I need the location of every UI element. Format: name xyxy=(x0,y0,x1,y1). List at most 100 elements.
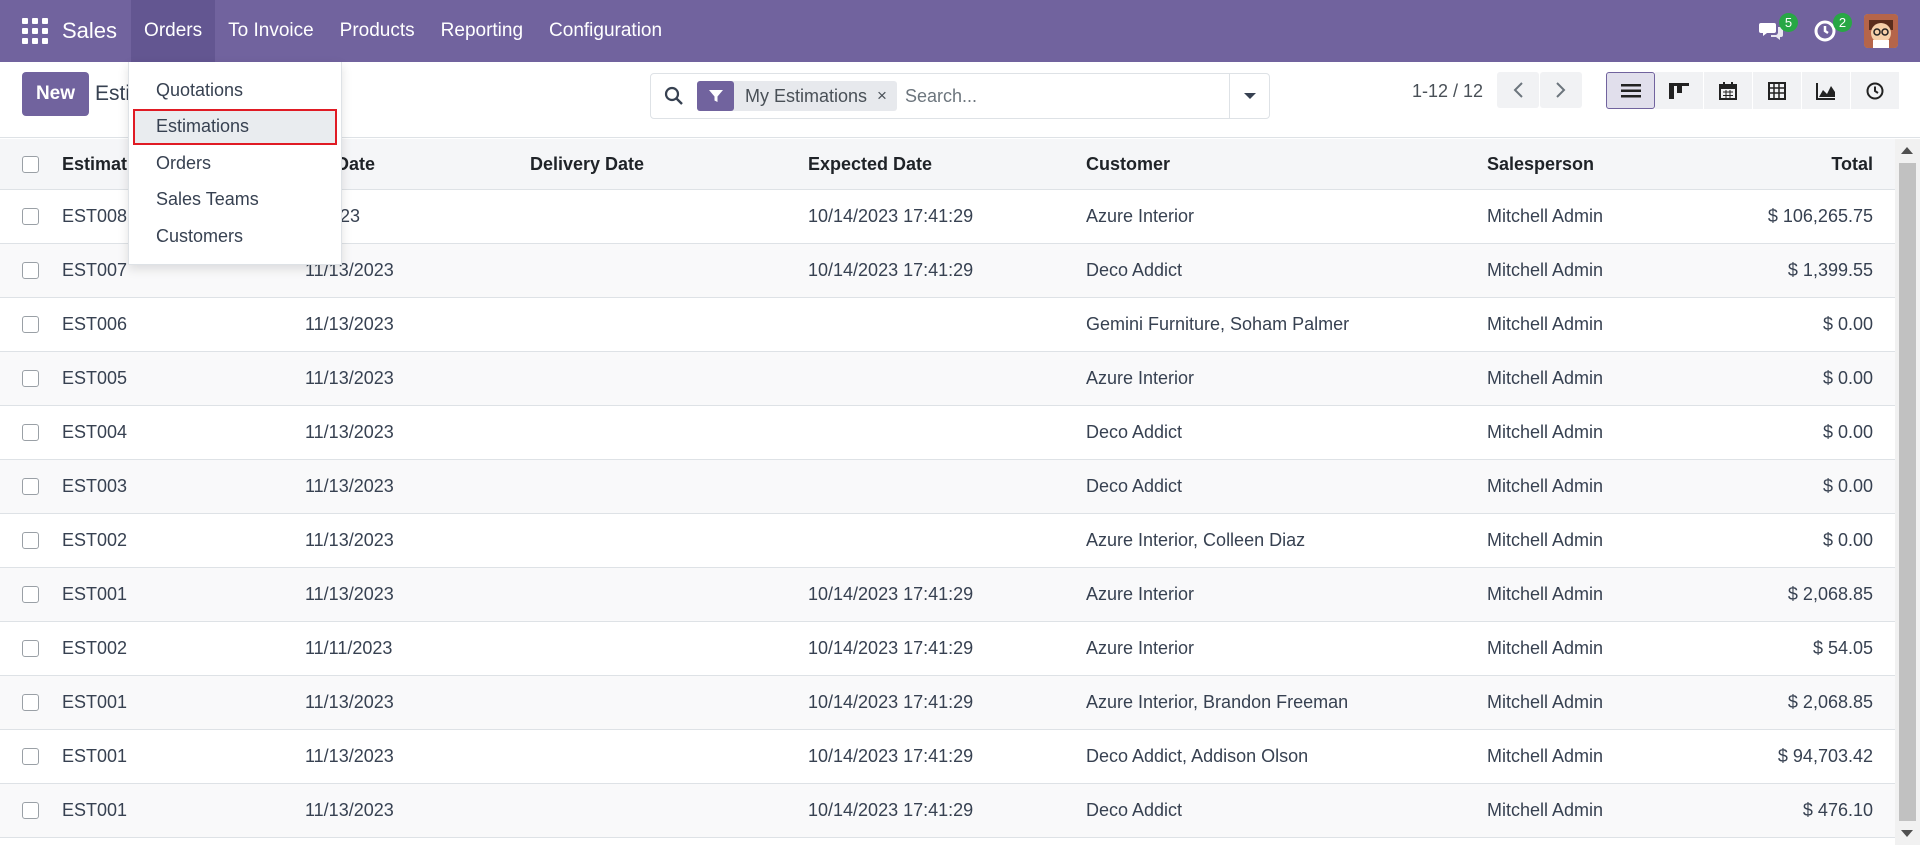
cell-number: EST001 xyxy=(62,584,128,604)
table-row[interactable]: EST001 11/13/2023 10/14/2023 17:41:29 Deco … xyxy=(0,784,1895,838)
select-all-checkbox-cell xyxy=(22,139,39,189)
nav-orders[interactable]: Orders xyxy=(131,0,216,62)
cell-total: $ 2,068.85 xyxy=(1787,584,1873,604)
row-checkbox[interactable] xyxy=(22,694,39,711)
row-checkbox[interactable] xyxy=(22,370,39,387)
column-header-number[interactable]: Estimat xyxy=(62,139,127,189)
menu-item-orders[interactable]: Orders xyxy=(129,145,341,182)
cell-salesperson: Mitchell Admin xyxy=(1487,638,1604,658)
cell-number: EST001 xyxy=(62,692,128,712)
pager-next-button[interactable] xyxy=(1540,72,1582,108)
row-checkbox[interactable] xyxy=(22,640,39,657)
cell-salesperson: Mitchell Admin xyxy=(1487,476,1604,496)
row-checkbox-cell xyxy=(22,406,39,459)
new-button[interactable]: New xyxy=(22,72,89,116)
table-row[interactable]: EST001 11/13/2023 10/14/2023 17:41:29 Azure… xyxy=(0,568,1895,622)
calendar-view-icon[interactable] xyxy=(1704,72,1753,109)
nav-products[interactable]: Products xyxy=(327,0,428,62)
menu-item-customers[interactable]: Customers xyxy=(129,218,341,255)
list-view-icon[interactable] xyxy=(1606,72,1655,109)
column-header-expected-date[interactable]: Expected Date xyxy=(808,139,932,189)
messages-badge: 5 xyxy=(1779,13,1798,32)
table-row[interactable]: EST002 11/13/2023 Azure Interior, Colleen … xyxy=(0,514,1895,568)
cell-customer: Azure Interior xyxy=(1086,206,1195,226)
row-checkbox[interactable] xyxy=(22,208,39,225)
cell-total: $ 106,265.75 xyxy=(1767,206,1873,226)
row-checkbox[interactable] xyxy=(22,262,39,279)
row-checkbox-cell xyxy=(22,352,39,405)
row-checkbox[interactable] xyxy=(22,586,39,603)
nav-reporting[interactable]: Reporting xyxy=(428,0,536,62)
scroll-thumb[interactable] xyxy=(1899,163,1916,821)
cell-validity-date: 11/11/2023 xyxy=(305,638,393,658)
facet-remove-icon[interactable]: × xyxy=(877,86,897,106)
app-menu-icon[interactable] xyxy=(22,18,48,44)
cell-validity-date: 11/13/2023 xyxy=(305,800,394,820)
row-checkbox[interactable] xyxy=(22,316,39,333)
cell-total: $ 2,068.85 xyxy=(1787,692,1873,712)
app-brand[interactable]: Sales xyxy=(62,18,117,44)
cell-customer: Azure Interior, Colleen Diaz xyxy=(1086,530,1306,550)
row-checkbox[interactable] xyxy=(22,532,39,549)
select-all-checkbox[interactable] xyxy=(22,155,39,173)
cell-customer: Azure Interior, Brandon Freeman xyxy=(1086,692,1349,712)
table-row[interactable]: EST005 11/13/2023 Azure Interior Mitchell A… xyxy=(0,352,1895,406)
scroll-up-icon[interactable] xyxy=(1901,147,1913,154)
cell-validity-date: 11/13/2023 xyxy=(305,422,394,442)
pager-value[interactable]: 1-12 / 12 xyxy=(1412,81,1483,102)
cell-expected-date: 10/14/2023 17:41:29 xyxy=(808,800,974,820)
column-header-delivery-date[interactable]: Delivery Date xyxy=(530,139,644,189)
scroll-down-icon[interactable] xyxy=(1901,830,1913,837)
row-checkbox[interactable] xyxy=(22,424,39,441)
row-checkbox[interactable] xyxy=(22,748,39,765)
cell-salesperson: Mitchell Admin xyxy=(1487,260,1604,280)
cell-salesperson: Mitchell Admin xyxy=(1487,692,1604,712)
column-header-salesperson[interactable]: Salesperson xyxy=(1487,139,1594,189)
nav-to-invoice[interactable]: To Invoice xyxy=(215,0,327,62)
menu-item-sales-teams[interactable]: Sales Teams xyxy=(129,182,341,219)
cell-expected-date: 10/14/2023 17:41:29 xyxy=(808,584,974,604)
view-switcher xyxy=(1606,72,1900,109)
cell-total: $ 1,399.55 xyxy=(1787,260,1873,280)
pivot-view-icon[interactable] xyxy=(1753,72,1802,109)
cell-number: EST002 xyxy=(62,530,128,550)
table-row[interactable]: EST006 11/13/2023 Gemini Furniture, Soham … xyxy=(0,298,1895,352)
table-row[interactable]: EST001 11/13/2023 10/14/2023 17:41:29 Deco … xyxy=(0,730,1895,784)
menu-item-quotations[interactable]: Quotations xyxy=(129,72,341,109)
row-checkbox[interactable] xyxy=(22,478,39,495)
cell-validity-date: 11/13/2023 xyxy=(305,530,394,550)
cell-salesperson: Mitchell Admin xyxy=(1487,368,1604,388)
cell-total: $ 94,703.42 xyxy=(1777,746,1873,766)
graph-view-icon[interactable] xyxy=(1802,72,1851,109)
column-header-customer[interactable]: Customer xyxy=(1086,139,1170,189)
row-checkbox-cell xyxy=(22,730,39,783)
column-header-total[interactable]: Total xyxy=(1831,139,1873,189)
menu-item-estimations[interactable]: Estimations xyxy=(133,108,337,145)
messages-icon[interactable]: 5 xyxy=(1756,13,1798,46)
table-row[interactable]: EST001 11/13/2023 10/14/2023 17:41:29 Azure… xyxy=(0,676,1895,730)
cell-salesperson: Mitchell Admin xyxy=(1487,584,1604,604)
user-avatar[interactable] xyxy=(1864,14,1898,48)
cell-salesperson: Mitchell Admin xyxy=(1487,422,1604,442)
cell-customer: Gemini Furniture, Soham Palmer xyxy=(1086,314,1350,334)
row-checkbox[interactable] xyxy=(22,802,39,819)
table-row[interactable]: EST003 11/13/2023 Deco Addict Mitchell Admi… xyxy=(0,460,1895,514)
pager-previous-button[interactable] xyxy=(1497,72,1539,108)
table-row[interactable]: EST004 11/13/2023 Deco Addict Mitchell Admi… xyxy=(0,406,1895,460)
row-checkbox-cell xyxy=(22,298,39,351)
table-row[interactable]: EST002 11/11/2023 10/14/2023 17:41:29 Azure… xyxy=(0,622,1895,676)
cell-total: $ 0.00 xyxy=(1822,422,1873,442)
cell-salesperson: Mitchell Admin xyxy=(1487,800,1604,820)
vertical-scrollbar[interactable] xyxy=(1895,139,1920,845)
activities-icon[interactable]: 2 xyxy=(1810,13,1852,46)
search-icon[interactable] xyxy=(651,86,697,106)
activity-view-icon[interactable] xyxy=(1851,72,1900,109)
cell-validity-date: 11/13/2023 xyxy=(305,476,394,496)
search-input[interactable] xyxy=(904,76,1229,116)
search-options-toggle[interactable] xyxy=(1229,74,1269,118)
nav-configuration[interactable]: Configuration xyxy=(536,0,675,62)
row-checkbox-cell xyxy=(22,622,39,675)
kanban-view-icon[interactable] xyxy=(1655,72,1704,109)
cell-validity-date: 11/13/2023 xyxy=(305,314,394,334)
cell-customer: Azure Interior xyxy=(1086,368,1195,388)
